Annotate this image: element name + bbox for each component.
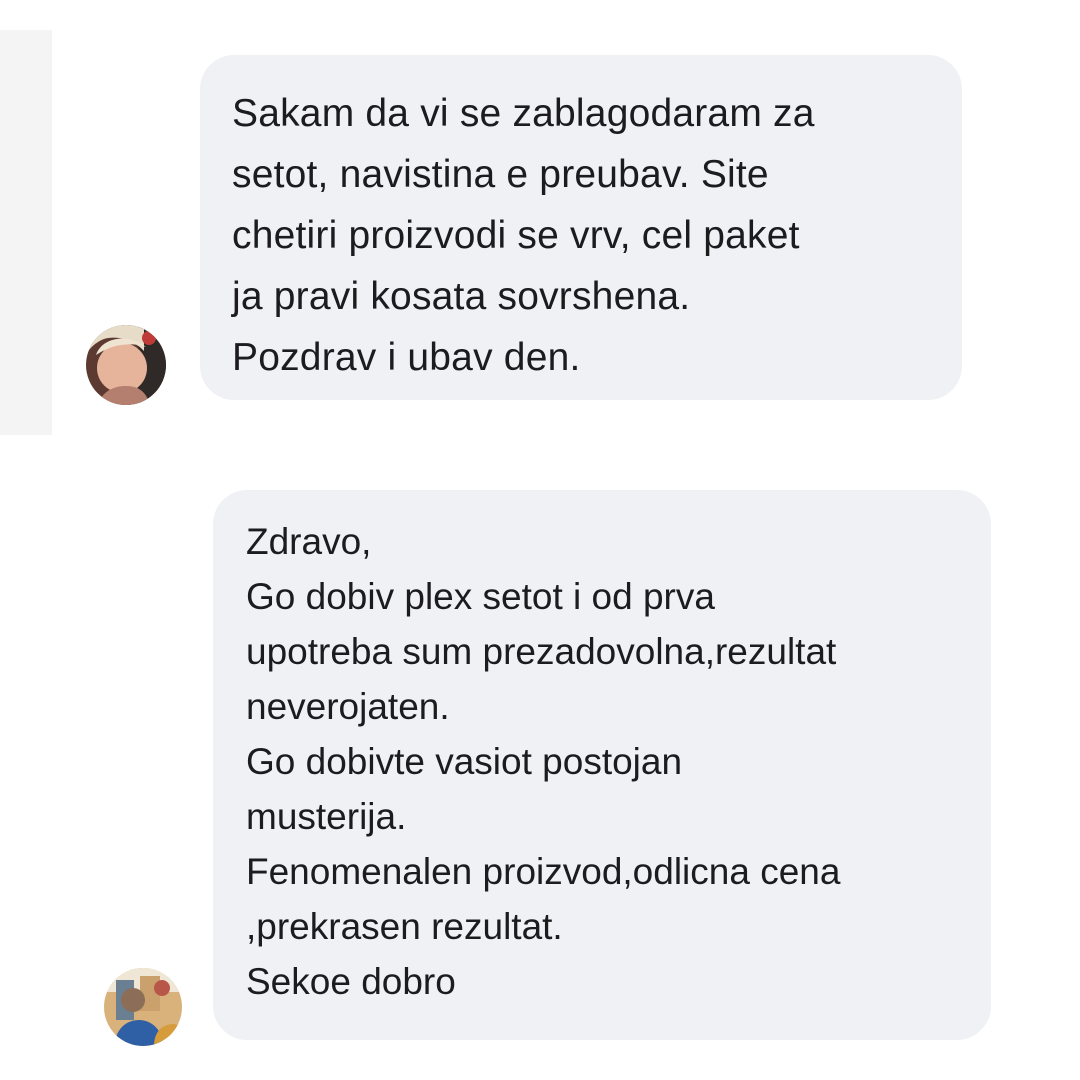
message-thread: Sakam da vi se zablagodaram za setot, na… [0, 0, 1080, 1080]
message-1-line-4: ja pravi kosata sovrshena. [232, 275, 691, 318]
user-avatar-icon[interactable] [104, 968, 182, 1046]
avatar-image [104, 968, 182, 1046]
message-1-line-1: Sakam da vi se zablagodaram za [232, 92, 815, 135]
message-bubble-1: Sakam da vi se zablagodaram za setot, na… [200, 55, 962, 400]
message-bubble-2: Zdravo, Go dobiv plex setot i od prva up… [213, 490, 991, 1040]
message-1-line-5: Pozdrav i ubav den. [232, 336, 581, 379]
message-2-line-7: Fenomenalen proizvod,odlicna cena [246, 851, 841, 892]
message-2-line-6: musterija. [246, 796, 407, 837]
message-2-line-1: Zdravo, [246, 521, 372, 562]
message-1-line-2: setot, navistina e preubav. Site [232, 153, 769, 196]
message-2-line-4: neverojaten. [246, 686, 450, 727]
message-2-line-9: Sekoe dobro [246, 961, 456, 1002]
message-2-line-3: upotreba sum prezadovolna,rezultat [246, 631, 837, 672]
message-2-line-5: Go dobivte vasiot postojan [246, 741, 683, 782]
user-avatar-icon[interactable] [86, 325, 166, 405]
message-2-line-2: Go dobiv plex setot i od prva [246, 576, 715, 617]
message-2-line-8: ,prekrasen rezultat. [246, 906, 563, 947]
message-1-line-3: chetiri proizvodi se vrv, cel paket [232, 214, 800, 257]
avatar-image [86, 325, 166, 405]
